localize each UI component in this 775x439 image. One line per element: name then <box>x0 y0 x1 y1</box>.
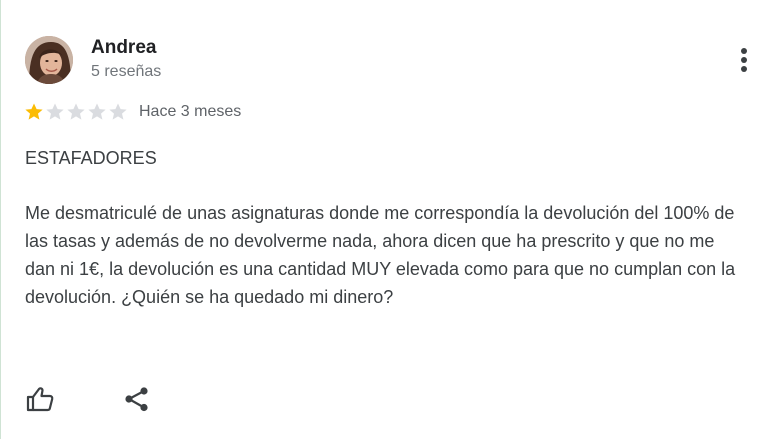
star-icon <box>25 103 43 120</box>
avatar[interactable] <box>25 36 73 84</box>
thumbs-up-icon <box>26 387 54 412</box>
share-button[interactable] <box>123 385 151 413</box>
more-options-button[interactable] <box>730 44 758 76</box>
like-button[interactable] <box>25 385 55 413</box>
reviewer-name[interactable]: Andrea <box>91 37 156 59</box>
star-rating <box>24 101 129 123</box>
share-icon <box>125 387 148 412</box>
star-icon <box>88 103 106 120</box>
star-icon <box>109 103 127 120</box>
review-card: Andrea 5 reseñas Hace 3 meses ESTAFADORE… <box>0 0 775 439</box>
more-vertical-icon <box>741 57 747 63</box>
star-icon <box>46 103 64 120</box>
more-vertical-icon <box>741 66 747 72</box>
review-date: Hace 3 meses <box>139 103 242 120</box>
star-icon <box>67 103 85 120</box>
reviewer-review-count: 5 reseñas <box>91 63 162 80</box>
review-text: ESTAFADORES Me desmatriculé de unas asig… <box>25 148 736 307</box>
avatar-photo <box>25 36 73 84</box>
more-vertical-icon <box>741 48 747 54</box>
